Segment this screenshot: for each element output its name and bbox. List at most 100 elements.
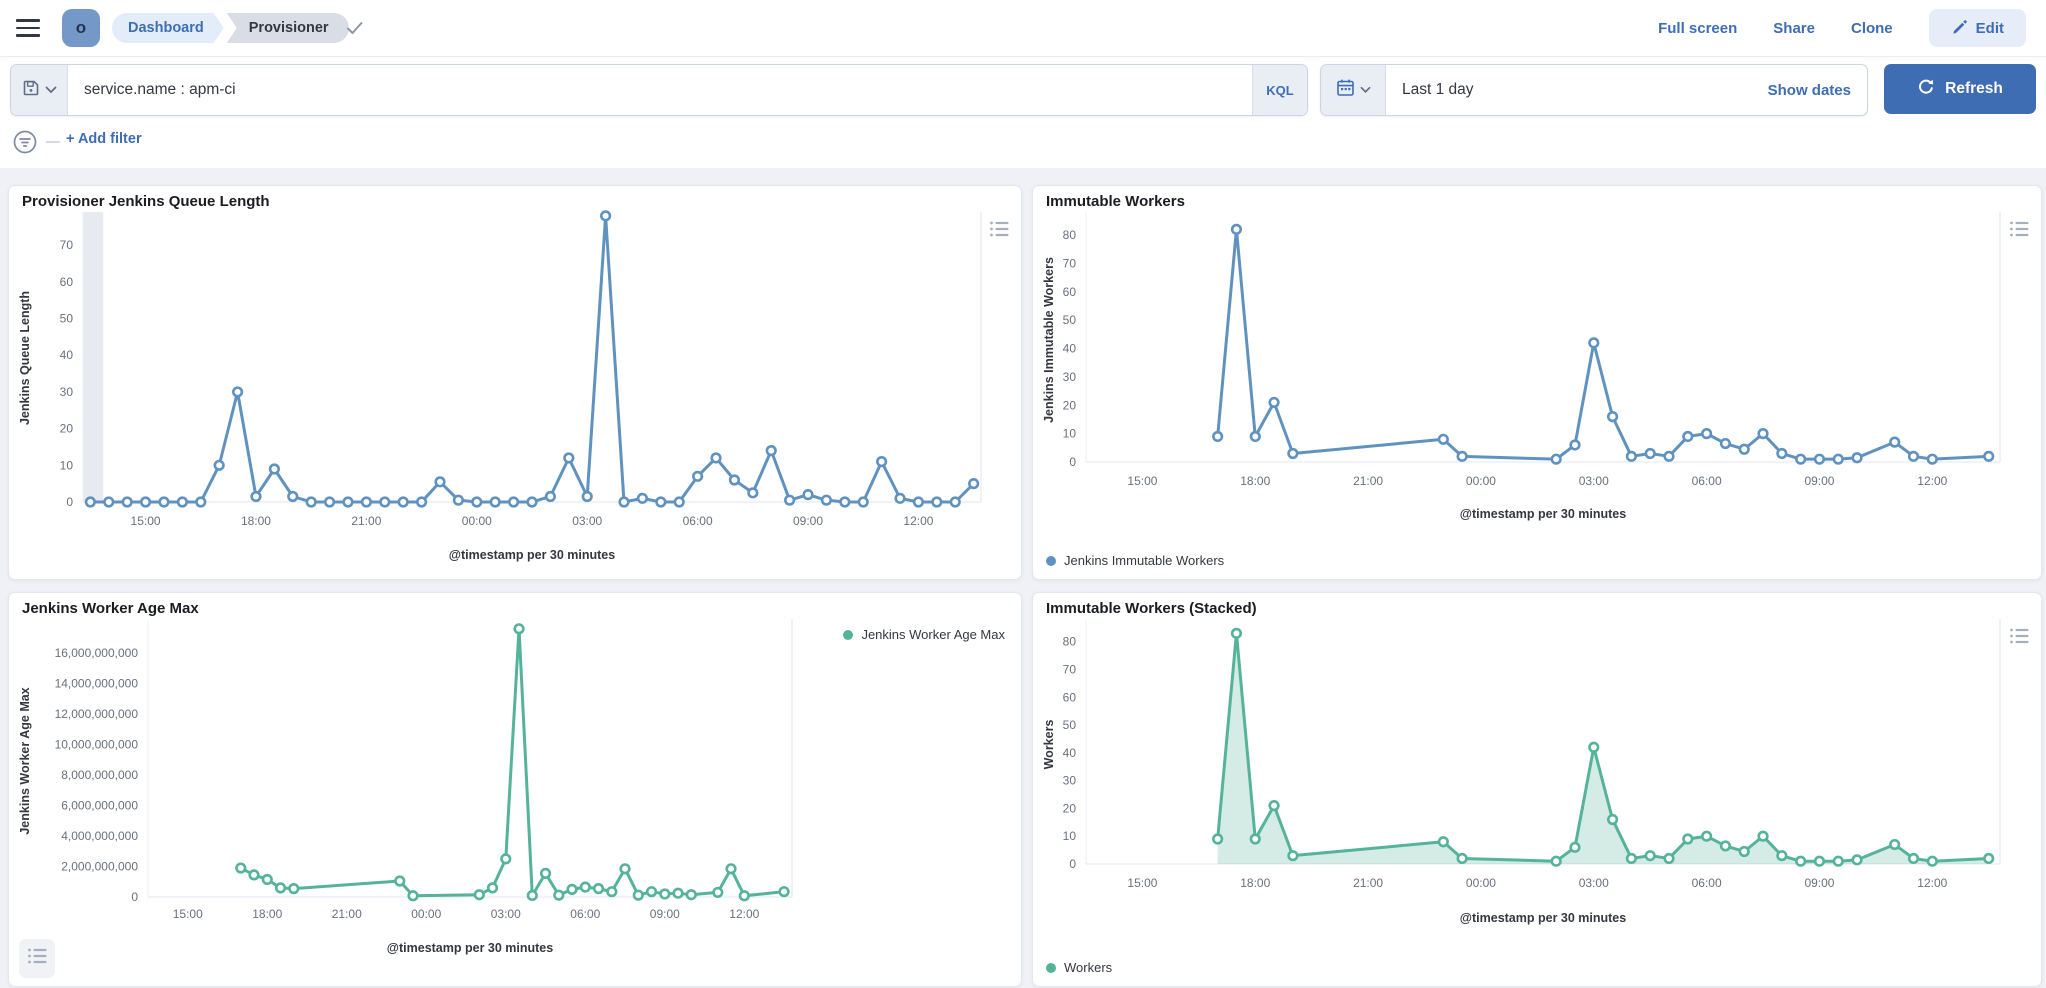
svg-text:8,000,000,000: 8,000,000,000	[61, 768, 138, 782]
legend-item-workers[interactable]: Workers	[1046, 960, 1112, 975]
svg-text:21:00: 21:00	[1353, 474, 1383, 488]
legend-toggle-icon[interactable]	[2009, 627, 2029, 650]
save-query-icon	[22, 79, 40, 102]
svg-text:70: 70	[60, 238, 74, 252]
svg-text:12:00: 12:00	[729, 907, 759, 921]
svg-text:15:00: 15:00	[1127, 876, 1157, 890]
svg-text:Workers: Workers	[1042, 720, 1056, 770]
svg-text:18:00: 18:00	[241, 514, 271, 528]
svg-text:09:00: 09:00	[793, 514, 823, 528]
svg-text:00:00: 00:00	[411, 907, 441, 921]
add-filter-link[interactable]: + Add filter	[66, 131, 142, 147]
time-range-value[interactable]: Last 1 day	[1386, 65, 1768, 115]
svg-text:09:00: 09:00	[650, 907, 680, 921]
svg-text:15:00: 15:00	[131, 514, 161, 528]
svg-text:0: 0	[1069, 857, 1076, 871]
svg-text:50: 50	[1063, 718, 1077, 732]
svg-text:40: 40	[60, 348, 74, 362]
svg-text:60: 60	[1063, 690, 1077, 704]
time-picker-calendar-button[interactable]	[1321, 65, 1386, 115]
query-language-badge[interactable]: KQL	[1252, 65, 1307, 115]
panel-immutable-workers: Immutable Workers 0102030405060708015:00…	[1032, 185, 2042, 580]
legend-toggle-icon[interactable]	[2009, 220, 2029, 243]
svg-text:00:00: 00:00	[462, 514, 492, 528]
svg-text:70: 70	[1063, 256, 1077, 270]
show-dates-link[interactable]: Show dates	[1768, 65, 1867, 115]
svg-text:06:00: 06:00	[1692, 876, 1722, 890]
line-chart-canvas[interactable]: 02,000,000,0004,000,000,0006,000,000,000…	[9, 619, 1021, 986]
menu-hamburger-icon[interactable]	[16, 15, 42, 39]
svg-text:06:00: 06:00	[570, 907, 600, 921]
space-avatar[interactable]: o	[62, 9, 100, 47]
svg-text:10: 10	[1063, 427, 1077, 441]
svg-text:15:00: 15:00	[173, 907, 203, 921]
svg-text:10: 10	[1063, 829, 1077, 843]
area-chart-canvas[interactable]: 0102030405060708015:0018:0021:0000:0003:…	[1033, 619, 2041, 986]
legend-item-jenkins-immutable-workers[interactable]: Jenkins Immutable Workers	[1046, 553, 1224, 568]
svg-text:60: 60	[60, 275, 74, 289]
svg-text:80: 80	[1063, 635, 1077, 649]
panel-title[interactable]: Immutable Workers	[1046, 193, 1185, 210]
filter-menu-icon[interactable]	[12, 129, 38, 160]
svg-text:09:00: 09:00	[1804, 876, 1834, 890]
svg-text:60: 60	[1063, 285, 1077, 299]
svg-text:06:00: 06:00	[683, 514, 713, 528]
full-screen-link[interactable]: Full screen	[1658, 20, 1737, 37]
chevron-down-icon	[45, 81, 57, 99]
svg-text:21:00: 21:00	[332, 907, 362, 921]
legend-label: Jenkins Worker Age Max	[861, 627, 1005, 642]
line-chart-canvas[interactable]: 0102030405060708015:0018:0021:0000:0003:…	[1033, 212, 2041, 579]
filter-bar: + Add filter	[0, 122, 2046, 162]
svg-text:50: 50	[1063, 313, 1077, 327]
breadcrumb-dashboard[interactable]: Dashboard	[112, 13, 224, 43]
legend-label: Workers	[1064, 960, 1112, 975]
svg-text:30: 30	[1063, 774, 1077, 788]
svg-text:12:00: 12:00	[1917, 876, 1947, 890]
svg-text:14,000,000,000: 14,000,000,000	[55, 677, 139, 691]
calendar-icon	[1336, 78, 1355, 102]
svg-text:Jenkins Worker Age Max: Jenkins Worker Age Max	[18, 687, 32, 834]
svg-text:4,000,000,000: 4,000,000,000	[61, 829, 138, 843]
search-query-input[interactable]	[68, 65, 1252, 115]
svg-text:@timestamp per 30 minutes: @timestamp per 30 minutes	[1460, 911, 1626, 925]
svg-text:10,000,000,000: 10,000,000,000	[55, 738, 139, 752]
svg-text:@timestamp per 30 minutes: @timestamp per 30 minutes	[1460, 507, 1626, 521]
svg-text:15:00: 15:00	[1127, 474, 1157, 488]
svg-text:09:00: 09:00	[1804, 474, 1834, 488]
line-chart-canvas[interactable]: 01020304050607015:0018:0021:0000:0003:00…	[9, 212, 1021, 579]
share-link[interactable]: Share	[1773, 20, 1815, 37]
svg-text:18:00: 18:00	[1240, 876, 1270, 890]
legend-toggle-icon[interactable]	[989, 220, 1009, 243]
saved-query-menu-button[interactable]	[11, 65, 68, 115]
saved-check-icon	[346, 20, 364, 41]
legend-dot	[1046, 963, 1056, 973]
top-navigation-bar: o Dashboard Provisioner Full screen Shar…	[0, 0, 2046, 57]
svg-text:20: 20	[1063, 801, 1077, 815]
refresh-button[interactable]: Refresh	[1884, 64, 2036, 114]
clone-link[interactable]: Clone	[1851, 20, 1893, 37]
panel-title[interactable]: Provisioner Jenkins Queue Length	[22, 193, 270, 210]
refresh-button-label: Refresh	[1945, 80, 2003, 98]
time-picker: Last 1 day Show dates	[1320, 64, 1868, 116]
filter-separator	[46, 141, 60, 143]
legend-label: Jenkins Immutable Workers	[1064, 553, 1224, 568]
svg-text:Jenkins Immutable Workers: Jenkins Immutable Workers	[1042, 257, 1056, 423]
panel-title[interactable]: Immutable Workers (Stacked)	[1046, 600, 1257, 617]
svg-text:70: 70	[1063, 662, 1077, 676]
svg-text:30: 30	[1063, 370, 1077, 384]
svg-text:12:00: 12:00	[903, 514, 933, 528]
breadcrumb-provisioner[interactable]: Provisioner	[227, 13, 349, 43]
panel-title[interactable]: Jenkins Worker Age Max	[22, 600, 199, 617]
refresh-icon	[1917, 78, 1935, 101]
panel-jenkins-worker-age-max: Jenkins Worker Age Max 02,000,000,0004,0…	[8, 592, 1022, 987]
legend-toggle-icon[interactable]	[19, 939, 55, 978]
dashboard-actions: Full screen Share Clone Edit	[1658, 0, 2026, 56]
edit-button[interactable]: Edit	[1929, 9, 2026, 47]
svg-text:40: 40	[1063, 746, 1077, 760]
kibana-dashboard-app: o Dashboard Provisioner Full screen Shar…	[0, 0, 2046, 988]
svg-text:00:00: 00:00	[1466, 474, 1496, 488]
svg-text:Jenkins Queue Length: Jenkins Queue Length	[18, 291, 32, 425]
svg-text:00:00: 00:00	[1466, 876, 1496, 890]
legend-item-jenkins-worker-age-max[interactable]: Jenkins Worker Age Max	[843, 627, 1005, 642]
svg-text:21:00: 21:00	[351, 514, 381, 528]
